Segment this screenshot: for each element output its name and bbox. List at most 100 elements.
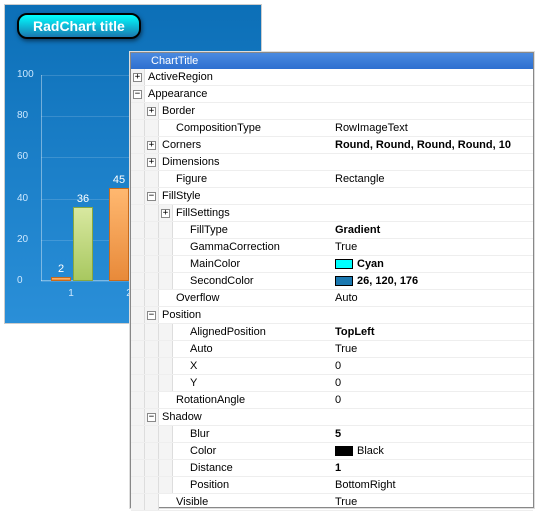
property-name: SecondColor <box>187 273 254 290</box>
property-name: Overflow <box>173 290 219 307</box>
property-value[interactable]: 0 <box>331 375 533 391</box>
property-value[interactable]: Gradient <box>331 222 533 238</box>
property-value[interactable]: 26, 120, 176 <box>331 273 533 289</box>
y-tick-label: 0 <box>17 275 23 286</box>
property-name: FillSettings <box>173 205 230 222</box>
collapse-icon[interactable]: − <box>147 311 156 320</box>
property-name: Blur <box>187 426 210 443</box>
property-value[interactable] <box>331 69 533 85</box>
property-value[interactable]: RowImageText <box>331 120 533 136</box>
property-value[interactable] <box>331 86 533 102</box>
chart-bar <box>73 207 93 281</box>
property-value[interactable]: True <box>331 341 533 357</box>
property-name: AlignedPosition <box>187 324 266 341</box>
property-value[interactable]: 1 <box>331 460 533 476</box>
y-tick-label: 80 <box>17 110 28 121</box>
collapse-icon[interactable]: − <box>147 413 156 422</box>
y-tick-label: 20 <box>17 234 28 245</box>
property-grid-header: ChartTitle <box>131 53 533 69</box>
property-row[interactable]: MainColor Cyan <box>131 256 533 273</box>
property-row[interactable]: +ActiveRegion <box>131 69 533 86</box>
property-value[interactable]: True <box>331 239 533 255</box>
property-row[interactable]: Blur 5 <box>131 426 533 443</box>
property-row[interactable]: Figure Rectangle <box>131 171 533 188</box>
collapse-icon[interactable]: − <box>133 90 142 99</box>
property-row[interactable]: Position BottomRight <box>131 477 533 494</box>
property-row[interactable]: −FillStyle <box>131 188 533 205</box>
property-value[interactable]: True <box>331 494 533 510</box>
y-tick-label: 60 <box>17 151 28 162</box>
property-name: Appearance <box>145 86 207 103</box>
property-row[interactable]: Color Black <box>131 443 533 460</box>
color-swatch <box>335 446 353 456</box>
bar-value-label: 45 <box>109 174 129 186</box>
property-row[interactable]: CompositionType RowImageText <box>131 120 533 137</box>
bar-value-label: 2 <box>51 263 71 275</box>
property-value[interactable] <box>331 188 533 204</box>
property-name: X <box>187 358 197 375</box>
property-name: Color <box>187 443 216 460</box>
property-row[interactable]: AlignedPosition TopLeft <box>131 324 533 341</box>
color-swatch <box>335 276 353 286</box>
property-value[interactable]: Black <box>331 443 533 459</box>
property-name: MainColor <box>187 256 240 273</box>
property-name: Figure <box>173 171 207 188</box>
property-row[interactable]: +CornersRound, Round, Round, Round, 10 <box>131 137 533 154</box>
property-value[interactable] <box>331 154 533 170</box>
property-name: RotationAngle <box>173 392 245 409</box>
property-name: Dimensions <box>159 154 219 171</box>
property-name: Border <box>159 103 195 120</box>
property-name: Y <box>187 375 197 392</box>
property-name: Shadow <box>159 409 202 426</box>
property-row[interactable]: −Shadow <box>131 409 533 426</box>
property-name: Position <box>187 477 229 494</box>
property-value[interactable]: 0 <box>331 392 533 408</box>
expand-icon[interactable]: + <box>161 209 170 218</box>
x-tick-label: 1 <box>61 288 81 299</box>
chart-bar <box>51 277 71 281</box>
chart-bar <box>109 188 129 281</box>
expand-icon[interactable]: + <box>147 158 156 167</box>
property-row[interactable]: Y0 <box>131 375 533 392</box>
property-name: FillType <box>187 222 228 239</box>
property-row[interactable]: −Position <box>131 307 533 324</box>
property-value[interactable]: Round, Round, Round, Round, 10 <box>331 137 533 153</box>
y-tick-label: 40 <box>17 193 28 204</box>
property-row[interactable]: Overflow Auto <box>131 290 533 307</box>
property-row[interactable]: +Dimensions <box>131 154 533 171</box>
property-name: GammaCorrection <box>187 239 280 256</box>
property-row[interactable]: X0 <box>131 358 533 375</box>
property-value[interactable] <box>331 409 533 425</box>
property-row[interactable]: +Border <box>131 103 533 120</box>
property-name: CompositionType <box>173 120 261 137</box>
color-swatch <box>335 259 353 269</box>
property-name: ActiveRegion <box>145 69 213 86</box>
property-row[interactable]: SecondColor 26, 120, 176 <box>131 273 533 290</box>
property-value[interactable] <box>331 103 533 119</box>
collapse-icon[interactable]: − <box>147 192 156 201</box>
property-name: Visible <box>173 494 208 511</box>
y-tick-label: 100 <box>17 69 34 80</box>
property-value[interactable]: 0 <box>331 358 533 374</box>
property-value[interactable]: Cyan <box>331 256 533 272</box>
expand-icon[interactable]: + <box>147 141 156 150</box>
property-value[interactable]: Rectangle <box>331 171 533 187</box>
property-row[interactable]: RotationAngle 0 <box>131 392 533 409</box>
expand-icon[interactable]: + <box>133 73 142 82</box>
property-grid[interactable]: ChartTitle +ActiveRegion−Appearance+Bord… <box>130 52 534 508</box>
expand-icon[interactable]: + <box>147 107 156 116</box>
property-row[interactable]: Visible True <box>131 494 533 511</box>
chart-title-badge: RadChart title <box>17 13 141 39</box>
property-value[interactable] <box>331 205 533 221</box>
property-row[interactable]: Distance1 <box>131 460 533 477</box>
property-row[interactable]: AutoTrue <box>131 341 533 358</box>
property-row[interactable]: +FillSettings <box>131 205 533 222</box>
property-row[interactable]: −Appearance <box>131 86 533 103</box>
property-value[interactable]: Auto <box>331 290 533 306</box>
property-value[interactable]: 5 <box>331 426 533 442</box>
property-value[interactable]: TopLeft <box>331 324 533 340</box>
property-row[interactable]: GammaCorrection True <box>131 239 533 256</box>
property-value[interactable] <box>331 307 533 323</box>
property-row[interactable]: FillType Gradient <box>131 222 533 239</box>
property-value[interactable]: BottomRight <box>331 477 533 493</box>
